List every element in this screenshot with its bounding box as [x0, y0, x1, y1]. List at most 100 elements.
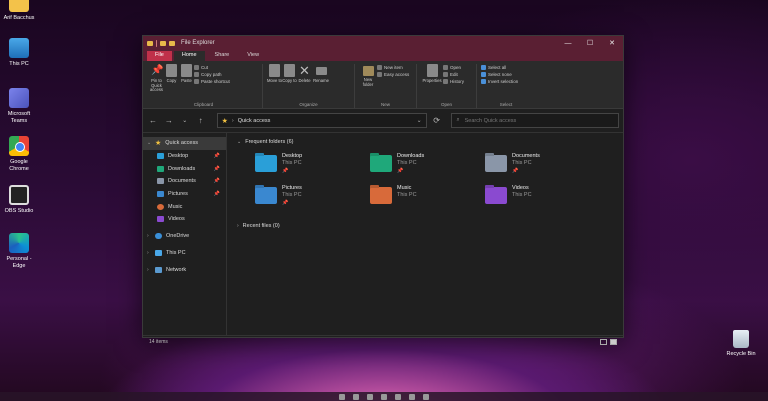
folder-tile-downloads[interactable]: Downloads This PC 📌	[370, 153, 485, 185]
nav-item-downloads[interactable]: Downloads 📌	[143, 162, 226, 175]
title-bar[interactable]: File Explorer — ☐ ✕	[143, 36, 623, 50]
tab-home[interactable]: Home	[173, 51, 205, 61]
chevron-right-icon[interactable]: ›	[147, 250, 151, 256]
copy-path-button[interactable]: Copy path	[194, 72, 230, 77]
teams-icon	[9, 88, 29, 108]
desktop-icon	[157, 153, 164, 160]
desktop-icon-this-pc[interactable]: This PC	[0, 38, 38, 68]
folder-tile-pictures[interactable]: Pictures This PC 📌	[255, 185, 370, 217]
store-icon[interactable]	[409, 393, 415, 400]
nav-item-label: Network	[166, 266, 187, 273]
nav-item-network[interactable]: › Network	[143, 263, 226, 276]
minimize-button[interactable]: —	[557, 36, 579, 50]
chevron-right-icon[interactable]: ›	[147, 233, 151, 239]
folder-tile-desktop[interactable]: Desktop This PC 📌	[255, 153, 370, 185]
desktop-icon-edge[interactable]: Personal - Edge	[0, 233, 38, 269]
desktop-icon-chrome[interactable]: Google Chrome	[0, 136, 38, 172]
new-folder-icon	[362, 66, 374, 76]
desktop-icon-obs[interactable]: OBS Studio	[0, 185, 38, 215]
address-bar: ← → ⌄ ↑ ★ › Quick access ⌄ ⟳ ⌕ Search Qu…	[143, 109, 623, 133]
frequent-folders-header[interactable]: ⌄ Frequent folders (6)	[237, 137, 613, 147]
music-icon	[157, 203, 164, 210]
mail-icon[interactable]	[423, 393, 429, 400]
search-icon[interactable]	[353, 393, 359, 400]
nav-item-quick-access[interactable]: ⌄ ★ Quick access	[143, 137, 226, 150]
star-icon: ★	[155, 140, 162, 148]
recent-files-header[interactable]: › Recent files (0)	[237, 221, 613, 231]
large-icons-view-button[interactable]	[610, 338, 617, 345]
button-label: Pin to Quick access	[149, 78, 164, 93]
folder-tile-documents[interactable]: Documents This PC 📌	[485, 153, 600, 185]
delete-icon: ✕	[299, 63, 310, 78]
properties-icon[interactable]	[160, 40, 166, 46]
chevron-right-icon[interactable]: ›	[147, 267, 151, 273]
section-title: Recent files (0)	[242, 223, 280, 229]
tab-share[interactable]: Share	[207, 51, 238, 61]
new-item-icon	[377, 65, 382, 70]
ribbon-tabs: File Home Share View	[143, 50, 623, 61]
folder-location: This PC	[512, 192, 532, 199]
nav-item-onedrive[interactable]: › OneDrive	[143, 230, 226, 243]
desktop-icon-user[interactable]: Arif Bacchus	[0, 0, 38, 22]
nav-item-label: Documents	[168, 178, 196, 185]
new-folder-icon[interactable]	[169, 40, 175, 46]
button-label: History	[450, 79, 465, 84]
pictures-icon	[157, 191, 164, 198]
start-icon[interactable]	[339, 393, 345, 400]
ribbon-group-clipboard: 📌 Pin to Quick access Copy Paste Cut Cop…	[145, 64, 263, 108]
edit-button[interactable]: Edit	[443, 72, 464, 77]
music-folder-icon	[370, 187, 392, 204]
folder-tile-music[interactable]: Music This PC	[370, 185, 485, 217]
star-icon: ★	[221, 117, 228, 125]
select-none-button[interactable]: Select none	[481, 72, 518, 77]
refresh-button[interactable]: ⟳	[431, 116, 443, 125]
easy-access-button[interactable]: Easy access	[377, 72, 409, 77]
select-none-icon	[481, 72, 486, 77]
quick-access-toolbar	[147, 39, 175, 47]
details-view-button[interactable]	[600, 338, 607, 345]
maximize-button[interactable]: ☐	[579, 36, 601, 50]
new-item-button[interactable]: New item	[377, 65, 409, 70]
nav-item-documents[interactable]: Documents 📌	[143, 175, 226, 188]
open-button[interactable]: Open	[443, 65, 464, 70]
folder-location: This PC	[282, 160, 302, 167]
desktop-icon-label: Microsoft Teams	[7, 111, 31, 124]
chevron-down-icon[interactable]: ⌄	[417, 117, 422, 124]
paste-shortcut-button[interactable]: Paste shortcut	[194, 79, 230, 84]
task-view-icon[interactable]	[367, 393, 373, 400]
button-label: Rename	[313, 78, 329, 83]
search-input[interactable]: ⌕ Search Quick access	[450, 113, 620, 128]
history-button[interactable]: History	[443, 79, 464, 84]
folder-location: This PC	[397, 160, 417, 167]
nav-item-videos[interactable]: Videos	[143, 213, 226, 226]
chevron-down-icon[interactable]: ⌄	[147, 140, 151, 146]
tab-file[interactable]: File	[147, 51, 172, 61]
pin-icon: 📌	[213, 178, 220, 185]
copy-path-icon	[194, 72, 199, 77]
desktop-icon-recycle-bin[interactable]: Recycle Bin	[724, 330, 758, 357]
desktop-folder-icon	[255, 155, 277, 172]
nav-item-pictures[interactable]: Pictures 📌	[143, 188, 226, 201]
nav-item-desktop[interactable]: Desktop 📌	[143, 150, 226, 163]
desktop-icon-teams[interactable]: Microsoft Teams	[0, 88, 38, 124]
edge-icon[interactable]	[395, 393, 401, 400]
pin-icon: 📌	[213, 165, 220, 172]
cut-button[interactable]: Cut	[194, 65, 230, 70]
nav-item-music[interactable]: Music	[143, 200, 226, 213]
select-all-button[interactable]: Select all	[481, 65, 518, 70]
recycle-bin-icon	[733, 330, 749, 348]
close-button[interactable]: ✕	[601, 36, 623, 50]
documents-folder-icon	[485, 155, 507, 172]
properties-icon	[426, 64, 438, 77]
back-button[interactable]: ←	[147, 116, 159, 125]
file-explorer-icon[interactable]	[381, 393, 387, 400]
nav-item-this-pc[interactable]: › This PC	[143, 247, 226, 260]
up-button[interactable]: ↑	[195, 116, 207, 125]
address-field[interactable]: ★ › Quick access ⌄	[216, 113, 427, 128]
tab-view[interactable]: View	[239, 51, 267, 61]
forward-button[interactable]: →	[163, 116, 175, 125]
invert-selection-button[interactable]: Invert selection	[481, 79, 518, 84]
recent-locations-button[interactable]: ⌄	[179, 117, 191, 124]
folder-tile-videos[interactable]: Videos This PC	[485, 185, 600, 217]
folder-icon[interactable]	[147, 40, 153, 46]
